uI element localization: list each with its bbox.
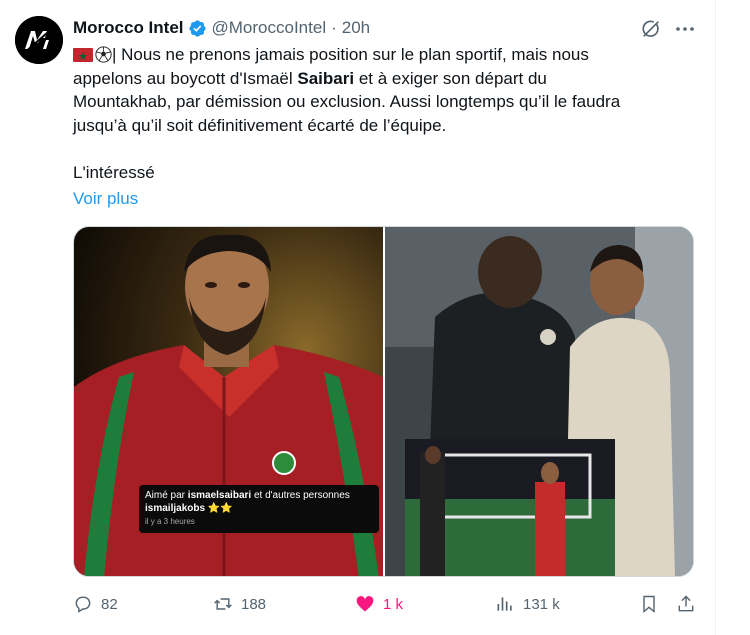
- overlay-line-2: ismailjakobs ⭐⭐: [145, 503, 233, 514]
- bookmark-button[interactable]: [639, 590, 659, 618]
- overlay-time: il y a 3 heures: [145, 517, 195, 526]
- instagram-likes-overlay: Aimé par ismaelsaibari et d'autres perso…: [139, 485, 379, 533]
- avatar[interactable]: [15, 16, 63, 64]
- player-photo[interactable]: Aimé par ismaelsaibari et d'autres perso…: [74, 227, 383, 576]
- like-icon: [356, 596, 374, 612]
- separator-dot: ·: [331, 18, 337, 37]
- retweet-button[interactable]: 188: [213, 590, 266, 618]
- share-icon: [678, 595, 694, 612]
- author-name[interactable]: Morocco Intel: [73, 18, 184, 38]
- stadium-photo[interactable]: [385, 227, 693, 576]
- grok-icon[interactable]: [640, 18, 662, 40]
- share-button[interactable]: [676, 590, 696, 618]
- reply-icon: [75, 596, 91, 613]
- like-button[interactable]: 1 k: [355, 590, 403, 618]
- text-line-3: Mountakhab, par démission ou exclusion. …: [73, 92, 621, 111]
- author-handle[interactable]: @MoroccoIntel: [212, 18, 327, 38]
- avatar-logo: [15, 16, 63, 64]
- text-line-2: appelons au boycott d'Ismaël Saibari et …: [73, 67, 693, 91]
- overlay-user: ismaelsaibari: [187, 490, 252, 501]
- reply-button[interactable]: 82: [73, 590, 118, 618]
- like-count: 1 k: [383, 595, 404, 613]
- show-more-link[interactable]: Voir plus: [73, 189, 138, 209]
- text-bold-name: Saibari: [297, 68, 355, 88]
- tweet-text: | Nous ne prenons jamais position sur le…: [73, 43, 693, 184]
- overlay-suffix: et d'autres personnes: [251, 490, 350, 501]
- media-grid: Aimé par ismaelsaibari et d'autres perso…: [73, 226, 694, 577]
- text-line-1: | Nous ne prenons jamais position sur le…: [73, 43, 693, 70]
- soccer-ball-icon: [95, 46, 112, 63]
- retweet-count: 188: [241, 595, 267, 613]
- views-button[interactable]: 131 k: [495, 590, 560, 618]
- text-segment: | Nous ne prenons jamais position sur le…: [112, 45, 589, 64]
- text-segment: et à exiger son départ du: [354, 68, 547, 88]
- views-icon: [497, 597, 512, 611]
- tweet-container[interactable]: Morocco Intel @MoroccoIntel · 20h | Nous…: [0, 0, 716, 635]
- text-segment: appelons au boycott d'Ismaël: [73, 68, 298, 88]
- tweet-header: Morocco Intel @MoroccoIntel · 20h: [73, 16, 370, 40]
- verified-icon: [188, 19, 207, 38]
- text-line-4: jusqu’à qu’il soit définitivement écarté…: [73, 115, 447, 135]
- tweet-time[interactable]: 20h: [342, 18, 370, 38]
- more-icon[interactable]: [673, 18, 697, 40]
- overlay-prefix: Aimé par: [145, 490, 188, 501]
- overlay-line-1: Aimé par ismaelsaibari et d'autres perso…: [145, 489, 373, 502]
- reply-count: 82: [101, 595, 118, 613]
- views-count: 131 k: [523, 595, 560, 613]
- text-line-5: L'intéressé: [73, 162, 155, 182]
- action-bar: 82 188 1 k 131 k: [73, 590, 703, 618]
- bookmark-icon: [643, 595, 655, 614]
- retweet-icon: [214, 598, 232, 610]
- morocco-flag-icon: [73, 46, 93, 70]
